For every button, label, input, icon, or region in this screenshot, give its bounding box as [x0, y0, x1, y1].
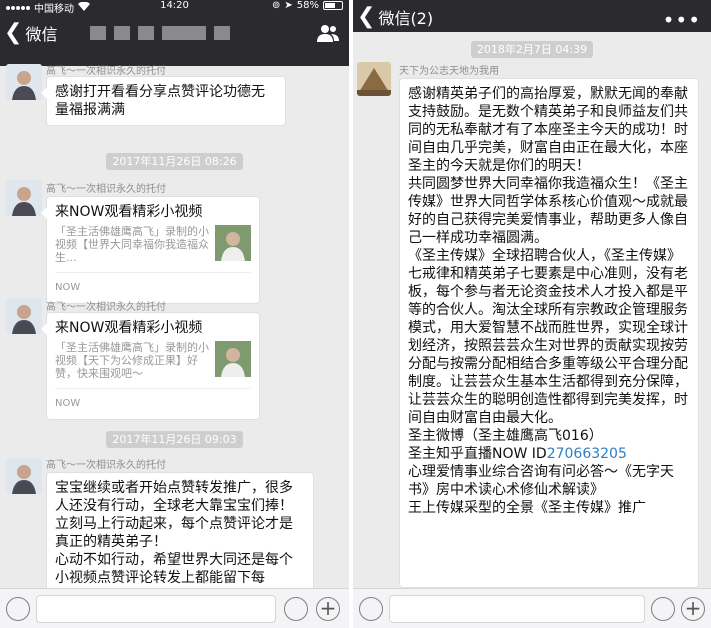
battery-icon [323, 1, 343, 10]
message-bubble[interactable]: 宝宝继续或者开始点赞转发推广，很多人还没有行动，全球老大靠宝宝们捧！立刻马上行动… [46, 472, 314, 592]
right-input-bar: + [353, 588, 711, 628]
timestamp: 2017年11月26日 08:26 [0, 150, 349, 170]
sender-name: 高飞～一次相识永久的托付 [46, 460, 166, 471]
sender-name: 高飞～一次相识永久的托付 [46, 184, 166, 195]
back-label: 微信(2) [378, 9, 434, 28]
voice-icon[interactable] [359, 597, 383, 621]
avatar[interactable] [6, 298, 42, 334]
location-icon: ➤ [284, 0, 293, 11]
avatar-person-icon [6, 458, 42, 494]
chevron-left-icon: ❮ [4, 20, 23, 45]
back-button[interactable]: ❮ 微信 [4, 20, 57, 46]
message-bubble[interactable]: 感谢精英弟子们的高抬厚爱，默默无闻的奉献支持鼓励。是无数个精英弟子和良师益友们共… [399, 78, 699, 588]
card-title: 来NOW观看精彩小视频 [55, 320, 203, 336]
left-navbar: 中国移动 14:20 ⊚ ➤ 58% ❮ 微信 [0, 0, 349, 66]
person-thumbnail-icon [215, 341, 251, 377]
video-share-card[interactable]: 来NOW观看精彩小视频 「圣主活佛雄鹰高飞」录制的小视频【天下为公修成正果】好赞… [41, 312, 260, 420]
right-navbar: ❮ 微信(2) ••• [353, 0, 711, 32]
back-label: 微信 [25, 25, 58, 44]
video-thumbnail [215, 341, 251, 377]
card-source: NOW [55, 398, 81, 409]
avatar-person-icon [6, 64, 42, 100]
rotation-lock-icon: ⊚ [271, 0, 281, 11]
avatar-person-icon [6, 298, 42, 334]
timestamp: 2018年2月7日 04:39 [353, 38, 711, 58]
sender-name: 高飞～一次相识永久的托付 [46, 66, 166, 77]
pyramid-avatar-icon [357, 62, 391, 96]
timestamp: 2017年11月26日 09:03 [0, 428, 349, 448]
right-chat-screen: ❮ 微信(2) ••• 2018年2月7日 04:39 天下为公志天地为我用 感… [353, 0, 711, 628]
avatar[interactable] [6, 458, 42, 494]
message-bubble[interactable]: 感谢打开看看分享点赞评论功德无量福报满满 [41, 76, 286, 126]
voice-icon[interactable] [6, 597, 30, 621]
left-chat-screen: 中国移动 14:20 ⊚ ➤ 58% ❮ 微信 高飞～一次相识永久的托付 感谢打… [0, 0, 349, 628]
avatar[interactable] [357, 62, 391, 96]
emoji-icon[interactable] [284, 597, 308, 621]
back-button[interactable]: ❮ 微信(2) [357, 4, 433, 30]
message-input[interactable] [389, 595, 645, 623]
avatar[interactable] [6, 64, 42, 100]
message-input[interactable] [36, 595, 276, 623]
sender-name: 高飞～一次相识永久的托付 [46, 302, 166, 313]
sender-name: 天下为公志天地为我用 [399, 66, 499, 77]
group-members-icon[interactable] [317, 24, 339, 42]
video-thumbnail [215, 225, 251, 261]
card-title: 来NOW观看精彩小视频 [55, 204, 203, 220]
more-options-icon[interactable]: ••• [663, 10, 701, 30]
video-share-card[interactable]: 来NOW观看精彩小视频 「圣主活佛雄鹰高飞」录制的小视频【世界大同幸福你我造福众… [41, 196, 260, 304]
avatar[interactable] [6, 180, 42, 216]
now-id-link[interactable]: 270663205 [547, 446, 627, 462]
card-description: 「圣主活佛雄鹰高飞」录制的小视频【天下为公修成正果】好赞，快来围观吧～ [55, 341, 209, 380]
left-status-bar: 中国移动 14:20 ⊚ ➤ 58% [0, 0, 349, 15]
plus-icon[interactable]: + [681, 597, 705, 621]
plus-icon[interactable]: + [316, 597, 340, 621]
card-description: 「圣主活佛雄鹰高飞」录制的小视频【世界大同幸福你我造福众生... [55, 225, 209, 264]
chevron-left-icon: ❮ [357, 4, 376, 29]
battery-percent: 58% [296, 0, 319, 11]
chat-title-redacted [90, 26, 230, 40]
emoji-icon[interactable] [651, 597, 675, 621]
card-source: NOW [55, 282, 81, 293]
left-input-bar: + [0, 588, 349, 628]
person-thumbnail-icon [215, 225, 251, 261]
avatar-person-icon [6, 180, 42, 216]
